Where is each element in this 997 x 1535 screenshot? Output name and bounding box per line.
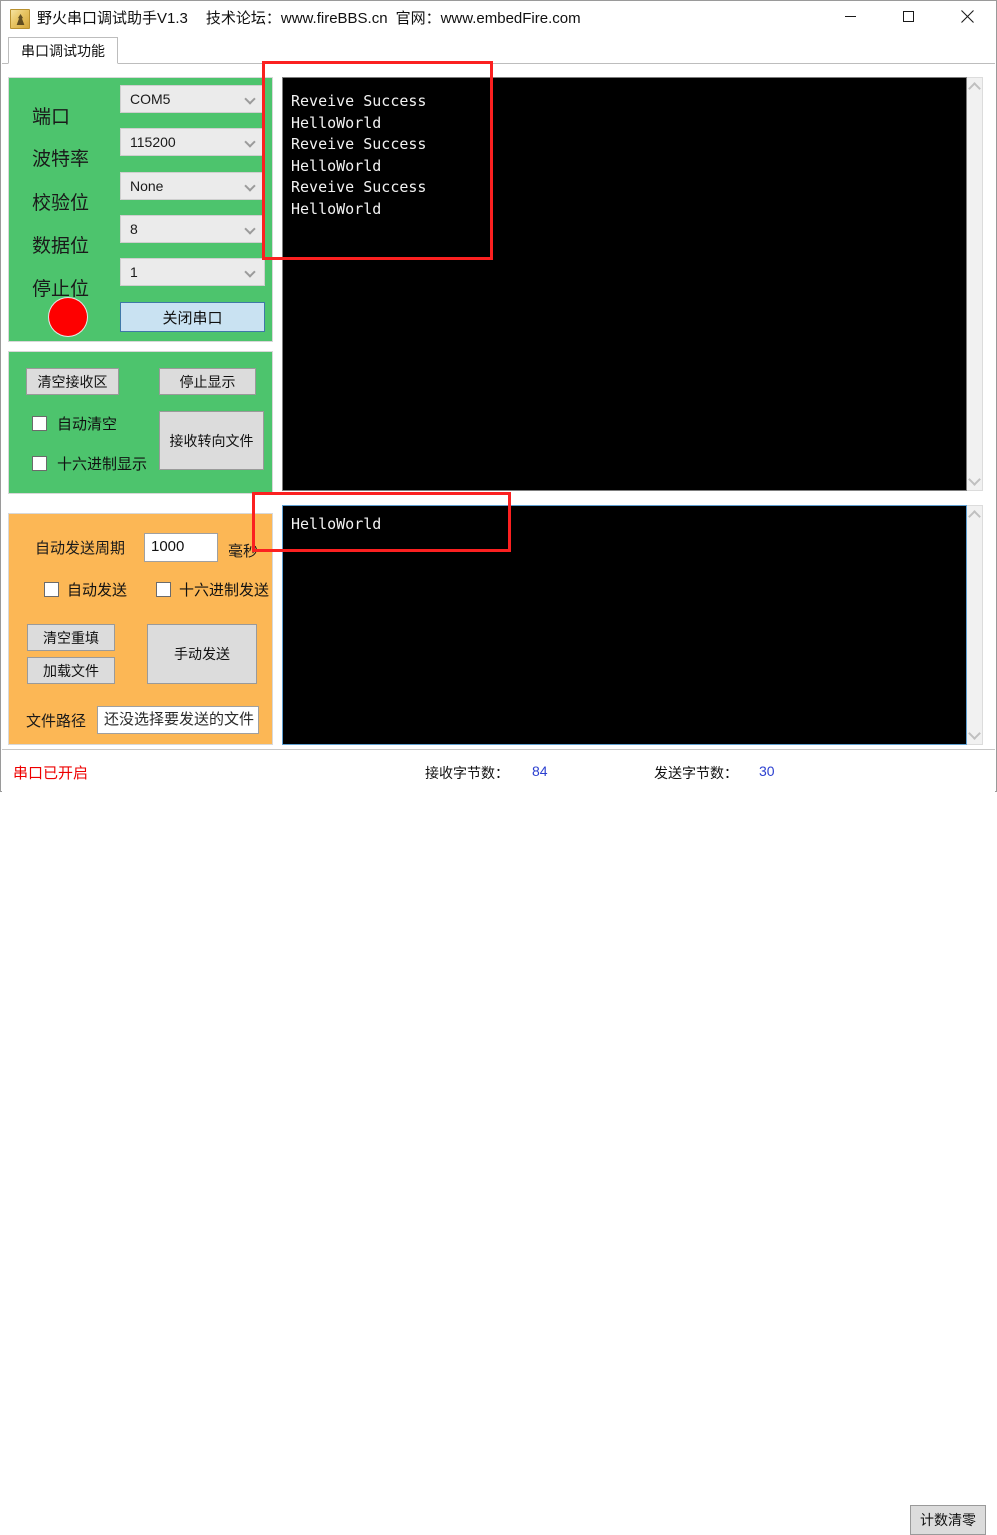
file-path-input[interactable]: 还没选择要发送的文件 <box>97 706 259 734</box>
label-databits: 数据位 <box>32 236 90 257</box>
parity-select-value: None <box>130 178 164 194</box>
chevron-down-icon <box>246 225 256 231</box>
databits-select-value: 8 <box>130 221 138 237</box>
manual-send-button[interactable]: 手动发送 <box>147 624 257 684</box>
databits-select[interactable]: 8 <box>120 215 265 243</box>
load-file-button[interactable]: 加载文件 <box>27 657 115 684</box>
clear-counter-button[interactable]: 计数清零 <box>910 1505 986 1535</box>
clear-receive-button[interactable]: 清空接收区 <box>26 368 119 395</box>
chevron-down-icon <box>246 182 256 188</box>
file-path-label: 文件路径 <box>26 713 87 730</box>
stopbits-select[interactable]: 1 <box>120 258 265 286</box>
stopbits-select-value: 1 <box>130 264 138 280</box>
send-options-panel: 自动发送周期 1000 毫秒 自动发送 十六进制发送 清空重填 加载文件 手动发… <box>8 513 273 745</box>
auto-send-period-input[interactable]: 1000 <box>144 533 218 562</box>
chevron-down-icon <box>246 268 256 274</box>
scroll-up-icon[interactable] <box>967 79 982 95</box>
firefly-logo-icon <box>10 9 30 29</box>
scroll-down-icon[interactable] <box>967 727 982 743</box>
auto-clear-label: 自动清空 <box>57 416 118 433</box>
hex-send-label: 十六进制发送 <box>179 582 270 599</box>
send-area-scrollbar[interactable] <box>967 505 983 745</box>
baudrate-select[interactable]: 115200 <box>120 128 265 156</box>
auto-send-checkbox[interactable] <box>44 582 59 597</box>
received-bytes-value: 84 <box>532 763 548 779</box>
chevron-down-icon <box>246 138 256 144</box>
chevron-down-icon <box>246 95 256 101</box>
hex-display-label: 十六进制显示 <box>57 456 148 473</box>
sent-bytes-label: 发送字节数： <box>654 765 738 781</box>
title-bar: 野火串口调试助手V1.3 技术论坛：www.fireBBS.cn 官网：www.em… <box>1 1 996 37</box>
clear-refill-button[interactable]: 清空重填 <box>27 624 115 651</box>
tab-strip: 串口调试功能 <box>2 37 995 64</box>
receive-area-scrollbar[interactable] <box>967 77 983 491</box>
label-baudrate: 波特率 <box>32 149 90 170</box>
port-config-panel: 端口 波特率 校验位 数据位 停止位 COM5 115200 None 8 1 … <box>8 77 273 342</box>
hex-display-checkbox[interactable] <box>32 456 47 471</box>
port-select[interactable]: COM5 <box>120 85 265 113</box>
stop-display-button[interactable]: 停止显示 <box>159 368 256 395</box>
label-parity: 校验位 <box>32 193 90 214</box>
baudrate-select-value: 115200 <box>130 134 176 150</box>
forum-link-text: 技术论坛：www.fireBBS.cn <box>205 10 388 27</box>
scroll-up-icon[interactable] <box>967 507 982 523</box>
website-link-text: 官网：www.embedFire.com <box>395 10 581 27</box>
receive-options-panel: 清空接收区 停止显示 自动清空 十六进制显示 接收转向文件 <box>8 351 273 494</box>
hex-send-checkbox[interactable] <box>156 582 171 597</box>
send-text-area[interactable]: HelloWorld <box>282 505 967 745</box>
close-icon[interactable] <box>944 1 990 31</box>
port-status-led-icon <box>49 298 87 336</box>
auto-send-label: 自动发送 <box>67 582 128 599</box>
receive-to-file-button[interactable]: 接收转向文件 <box>159 411 264 470</box>
window-title-text: 野火串口调试助手V1.3 <box>37 10 188 27</box>
label-port: 端口 <box>32 107 71 128</box>
maximize-icon[interactable] <box>885 1 931 31</box>
auto-send-period-label: 自动发送周期 <box>35 540 126 557</box>
parity-select[interactable]: None <box>120 172 265 200</box>
minimize-icon[interactable] <box>827 1 873 31</box>
receive-text-area[interactable]: Reveive Success HelloWorld Reveive Succe… <box>282 77 967 491</box>
label-stopbits: 停止位 <box>32 279 90 300</box>
serial-debug-assistant-window: 野火串口调试助手V1.3 技术论坛：www.fireBBS.cn 官网：www.em… <box>0 0 997 1535</box>
toggle-port-button[interactable]: 关闭串口 <box>120 302 265 332</box>
receive-text-content: Reveive Success HelloWorld Reveive Succe… <box>291 92 427 218</box>
scroll-down-icon[interactable] <box>967 473 982 489</box>
send-text-content: HelloWorld <box>291 515 382 533</box>
tab-serial-debug[interactable]: 串口调试功能 <box>8 37 118 64</box>
auto-send-period-unit: 毫秒 <box>228 543 259 560</box>
port-select-value: COM5 <box>130 91 171 107</box>
window-title: 野火串口调试助手V1.3 技术论坛：www.fireBBS.cn 官网：www.em… <box>37 7 581 31</box>
status-bar: 串口已开启 接收字节数： 84 发送字节数： 30 计数清零 <box>2 749 995 1535</box>
port-state-text: 串口已开启 <box>13 765 89 782</box>
sent-bytes-value: 30 <box>759 763 775 779</box>
auto-clear-checkbox[interactable] <box>32 416 47 431</box>
received-bytes-label: 接收字节数： <box>425 765 509 781</box>
